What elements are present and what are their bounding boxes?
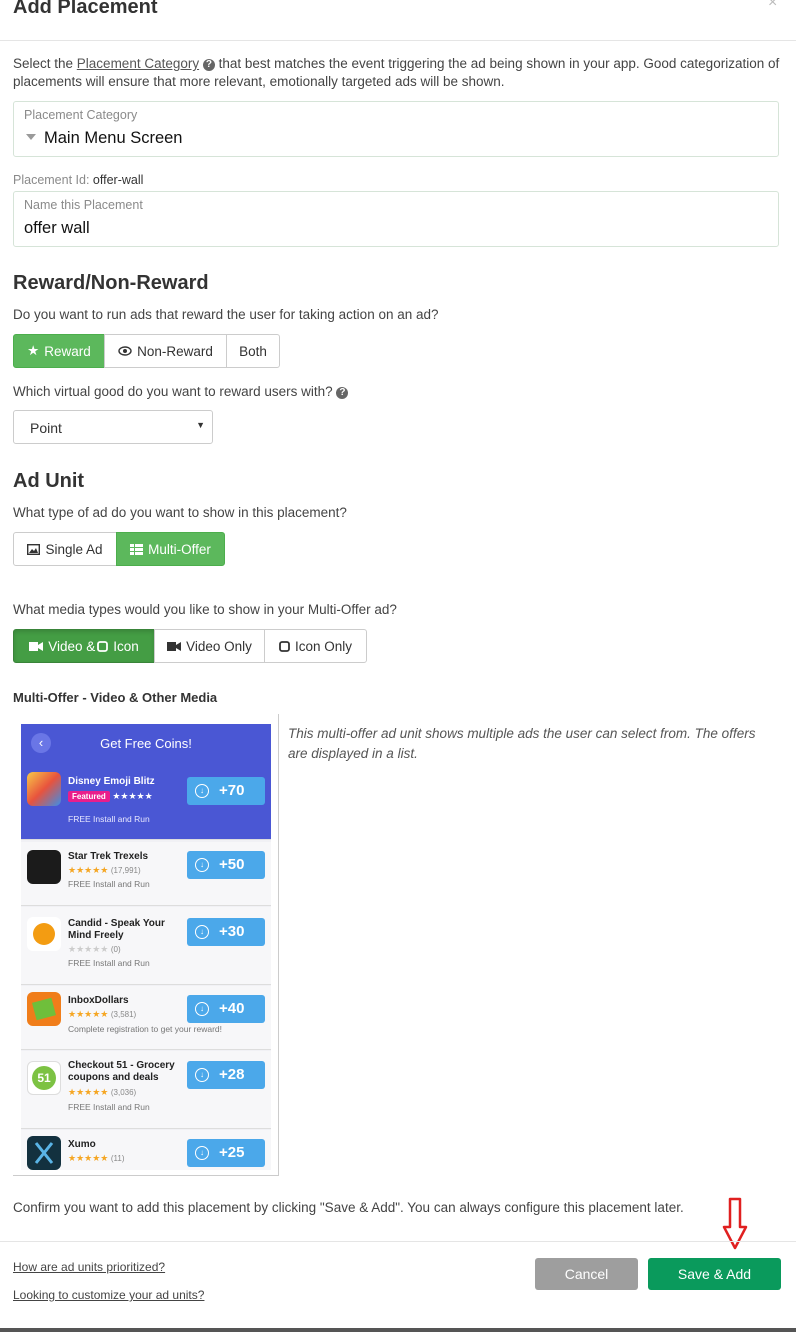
down-arrow-icon — [722, 1197, 748, 1250]
media-question: What media types would you like to show … — [13, 602, 397, 617]
both-button[interactable]: Both — [226, 334, 280, 368]
multi-offer-button[interactable]: Multi-Offer — [116, 532, 225, 566]
intro-text: Select the Placement Category ? that bes… — [13, 56, 780, 89]
list-item: 51 Checkout 51 - Grocery coupons and dea… — [21, 1051, 271, 1129]
eye-icon — [118, 346, 132, 356]
list-icon — [130, 543, 144, 555]
download-icon: ↓ — [195, 858, 209, 872]
ad-units-priority-link[interactable]: How are ad units prioritized? — [13, 1260, 165, 1274]
bottom-edge — [0, 1328, 796, 1332]
coin-button: ↓ +40 — [187, 995, 265, 1023]
download-icon: ↓ — [195, 1068, 209, 1082]
multi-offer-preview: ‹ Get Free Coins! Disney Emoji Blitz Fea… — [13, 714, 279, 1176]
app-icon — [27, 772, 61, 806]
placement-name-label: Name this Placement — [24, 198, 143, 212]
phone-mockup: ‹ Get Free Coins! Disney Emoji Blitz Fea… — [21, 724, 271, 1170]
coin-button: ↓ +70 — [187, 777, 265, 805]
reward-heading: Reward/Non-Reward — [13, 272, 209, 294]
phone-header: ‹ Get Free Coins! — [21, 724, 271, 764]
ad-unit-heading: Ad Unit — [13, 470, 85, 492]
select-arrow-icon: ▼ — [196, 420, 205, 430]
reward-toggle-group: ★ Reward Non-Reward Both — [13, 334, 280, 368]
placement-category-value: Main Menu Screen — [44, 129, 183, 147]
list-item: InboxDollars ★★★★★ (3,581) Complete regi… — [21, 986, 271, 1050]
help-icon[interactable]: ? — [336, 387, 349, 399]
app-icon — [27, 917, 61, 951]
app-icon — [27, 850, 61, 884]
customize-ad-units-link[interactable]: Looking to customize your ad units? — [13, 1288, 204, 1302]
placement-name-field[interactable]: Name this Placement offer wall — [13, 191, 779, 247]
download-icon: ↓ — [195, 784, 209, 798]
list-item: Candid - Speak Your Mind Freely ★★★★★ (0… — [21, 907, 271, 985]
preview-heading: Multi-Offer - Video & Other Media — [13, 690, 218, 705]
app-icon: 51 — [27, 1061, 61, 1095]
icon-only-button[interactable]: Icon Only — [264, 629, 367, 663]
placement-category-link[interactable]: Placement Category — [77, 56, 199, 71]
ad-unit-toggle-group: Single Ad Multi-Offer — [13, 532, 225, 566]
video-only-button[interactable]: Video Only — [154, 629, 265, 663]
media-toggle-group: Video & Icon Video Only Icon Only — [13, 629, 367, 663]
non-reward-button[interactable]: Non-Reward — [104, 334, 227, 368]
list-item: Disney Emoji Blitz Featured ★★★★★ FREE I… — [21, 764, 271, 840]
download-icon: ↓ — [195, 925, 209, 939]
placement-id: Placement Id: offer-wall — [13, 173, 144, 187]
download-icon: ↓ — [195, 1002, 209, 1016]
coin-button: ↓ +30 — [187, 918, 265, 946]
header-divider — [0, 40, 796, 41]
app-icon — [27, 1136, 61, 1170]
app-icon — [27, 992, 61, 1026]
coin-button: ↓ +25 — [187, 1139, 265, 1167]
placement-category-label: Placement Category — [24, 108, 138, 122]
list-item: Xumo ★★★★★ (11) ↓ +25 — [21, 1130, 271, 1170]
virtual-good-question: Which virtual good do you want to reward… — [13, 383, 349, 401]
virtual-good-select[interactable]: Point ▼ — [13, 410, 213, 444]
modal-title: Add Placement — [13, 0, 158, 18]
placement-category-select[interactable]: Placement Category Main Menu Screen — [13, 101, 779, 157]
download-icon: ↓ — [195, 1146, 209, 1160]
close-icon[interactable]: × — [768, 0, 777, 12]
image-icon — [27, 543, 41, 555]
star-icon: ★ — [27, 343, 40, 358]
video-and-icon-button[interactable]: Video & Icon — [13, 629, 155, 663]
reward-question: Do you want to run ads that reward the u… — [13, 307, 439, 322]
featured-badge: Featured — [68, 791, 110, 802]
confirm-text: Confirm you want to add this placement b… — [13, 1200, 684, 1215]
list-item: Star Trek Trexels ★★★★★ (17,991) FREE In… — [21, 842, 271, 906]
save-and-add-button[interactable]: Save & Add — [648, 1258, 781, 1290]
caret-down-icon — [26, 134, 36, 140]
phone-header-title: Get Free Coins! — [100, 736, 192, 751]
help-icon[interactable]: ? — [202, 59, 215, 71]
coin-button: ↓ +28 — [187, 1061, 265, 1089]
back-icon: ‹ — [31, 733, 51, 753]
ad-unit-question: What type of ad do you want to show in t… — [13, 505, 347, 520]
reward-button[interactable]: ★ Reward — [13, 334, 105, 368]
video-camera-icon — [29, 641, 44, 651]
single-ad-button[interactable]: Single Ad — [13, 532, 117, 566]
square-icon — [97, 640, 109, 652]
placement-name-input[interactable]: offer wall — [24, 219, 90, 238]
virtual-good-value: Point — [30, 420, 62, 436]
video-camera-icon — [167, 641, 182, 651]
coin-button: ↓ +50 — [187, 851, 265, 879]
preview-description: This multi-offer ad unit shows multiple … — [288, 726, 756, 761]
footer-divider — [0, 1241, 796, 1242]
square-icon — [279, 640, 290, 652]
cancel-button[interactable]: Cancel — [535, 1258, 638, 1290]
